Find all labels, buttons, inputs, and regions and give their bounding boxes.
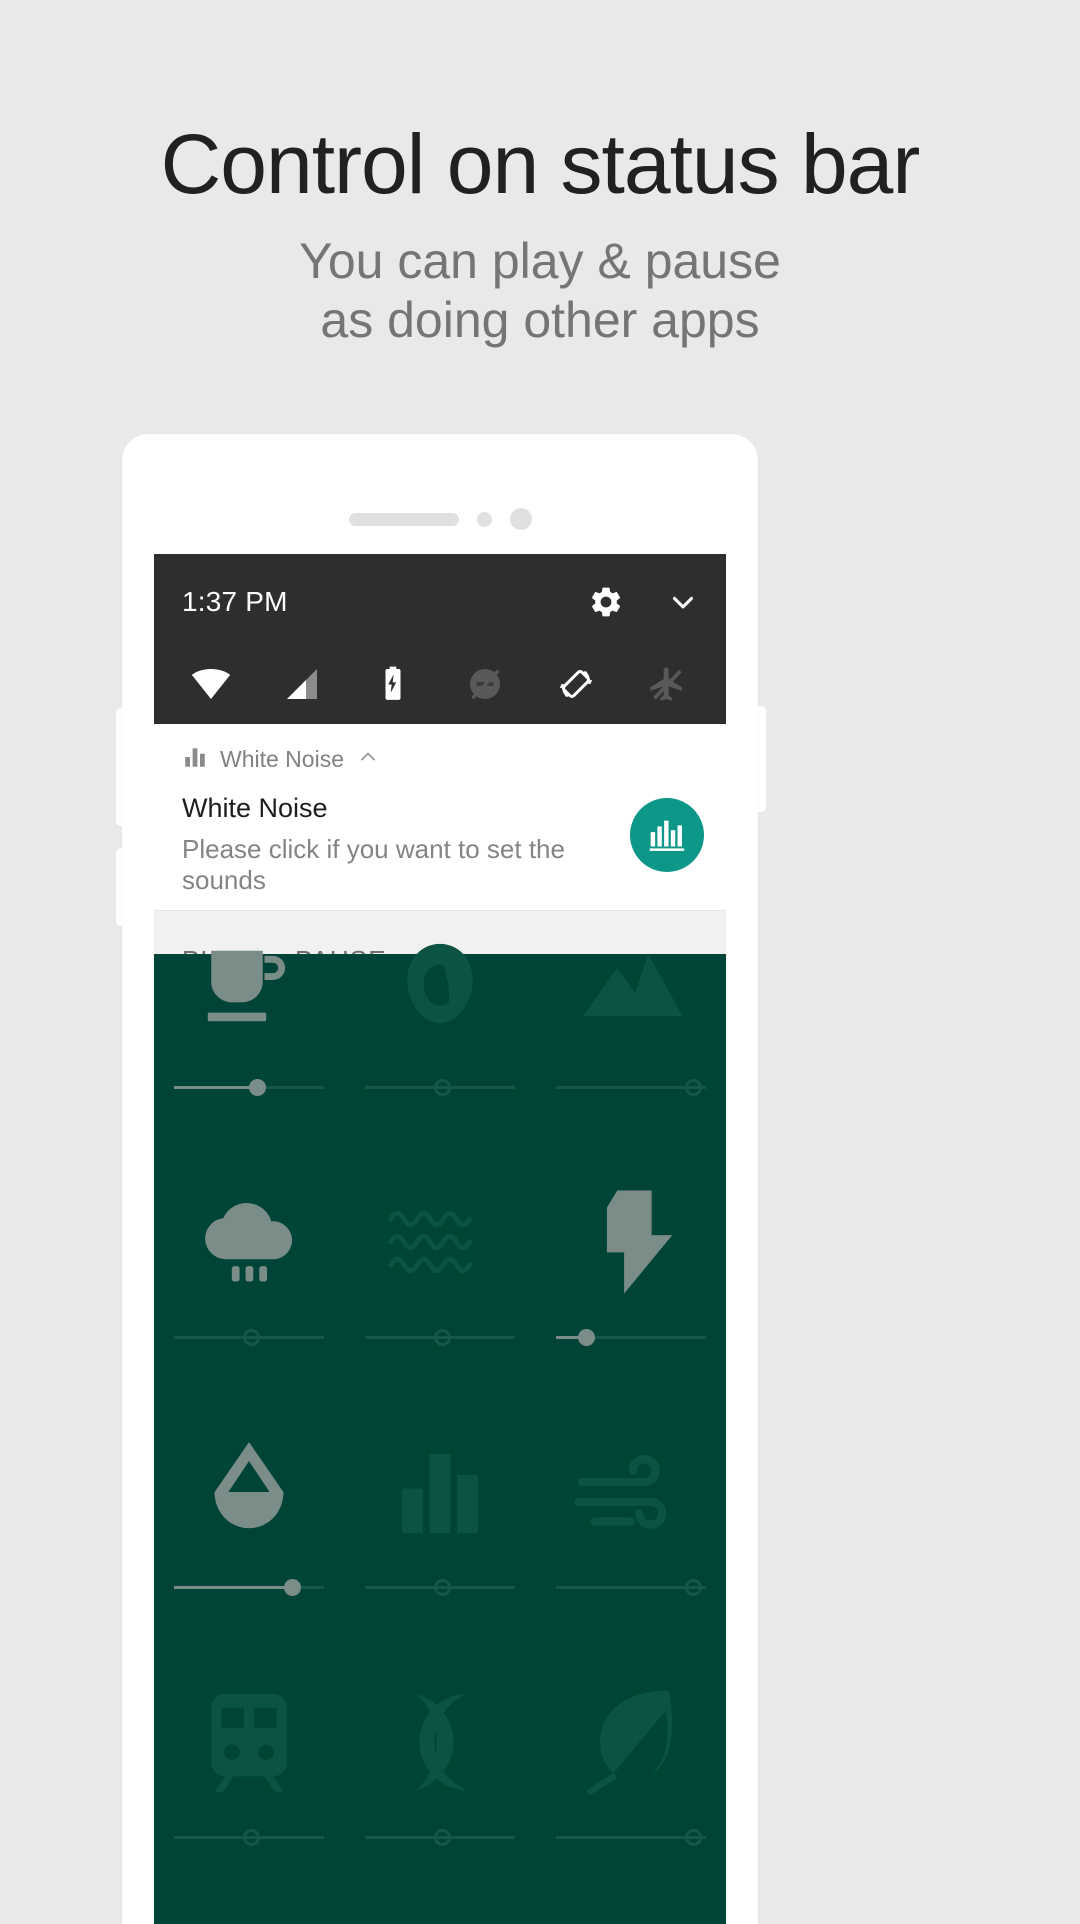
slider-knob[interactable] — [433, 1329, 451, 1346]
leaf-icon — [576, 1666, 686, 1818]
volume-slider-night[interactable] — [364, 1824, 515, 1850]
volume-slider-leaf-drop[interactable] — [364, 1074, 515, 1100]
notification-title: White Noise — [182, 793, 328, 823]
status-bar-clock: 1:37 PM — [182, 586, 288, 617]
speaker-row — [122, 508, 758, 530]
auto-rotate-icon[interactable] — [547, 664, 605, 704]
airplane-mode-off-icon[interactable] — [638, 664, 696, 704]
slider-track-remainder — [256, 1086, 325, 1089]
proximity-sensor-dot-icon — [476, 511, 492, 527]
volume-slider-equalizer[interactable] — [364, 1574, 515, 1600]
promo-header: Control on status bar You can play & pau… — [0, 0, 1080, 350]
waves-icon — [381, 1166, 499, 1318]
status-bar-top-row: 1:37 PM — [154, 554, 726, 650]
sound-tile-coffee-cup[interactable] — [154, 902, 345, 1152]
volume-slider-forest[interactable] — [555, 1824, 706, 1850]
slider-knob[interactable] — [433, 1079, 451, 1096]
phone-earpiece-area — [122, 434, 758, 554]
page-subtitle-line-2: as doing other apps — [320, 292, 760, 349]
slider-track — [555, 1836, 706, 1839]
front-camera-dot-icon — [509, 508, 532, 530]
slider-knob[interactable] — [684, 1579, 702, 1596]
sound-tile-equalizer[interactable] — [345, 1402, 536, 1652]
speaker-grille-icon — [348, 512, 459, 526]
wind-icon — [572, 1416, 690, 1568]
slider-knob[interactable] — [578, 1329, 596, 1346]
phone-screen: 1:37 PM White Noise White Noise Please c… — [154, 554, 726, 1924]
sound-grid — [154, 943, 726, 1924]
quick-settings-panel: 1:37 PM — [154, 554, 726, 724]
sound-tile-water-drop[interactable] — [154, 1402, 345, 1652]
volume-slider-coffee-cup[interactable] — [174, 1074, 325, 1100]
water-drop-icon — [194, 1416, 304, 1568]
slider-knob[interactable] — [684, 1079, 702, 1096]
volume-slider-wind[interactable] — [555, 1574, 706, 1600]
gear-icon[interactable] — [588, 584, 624, 620]
white-noise-app-icon — [630, 798, 704, 872]
sound-tile-forest[interactable] — [535, 1652, 726, 1902]
slider-knob[interactable] — [433, 1829, 451, 1846]
lightning-bolt-icon — [576, 1166, 686, 1318]
notification-header[interactable]: White Noise — [154, 724, 726, 788]
bar-chart-icon — [385, 1416, 495, 1568]
slider-track — [174, 1586, 292, 1589]
sound-tile-thunder[interactable] — [535, 1152, 726, 1402]
volume-slider-waves[interactable] — [364, 1324, 515, 1350]
volume-slider-rain-cloud[interactable] — [174, 1324, 325, 1350]
chevron-up-icon[interactable] — [356, 745, 380, 774]
slider-knob[interactable] — [243, 1829, 261, 1846]
do-not-disturb-off-icon[interactable] — [456, 664, 514, 704]
sound-tile-train[interactable] — [154, 1652, 345, 1902]
notification-body[interactable]: White Noise Please click if you want to … — [154, 788, 726, 910]
slider-track — [555, 1586, 706, 1589]
train-icon — [194, 1666, 304, 1818]
coffee-cup-icon — [194, 916, 304, 1068]
slider-knob[interactable] — [684, 1829, 702, 1846]
sound-tile-night[interactable] — [345, 1652, 536, 1902]
mountains-icon — [576, 916, 686, 1068]
slider-knob[interactable] — [249, 1079, 267, 1096]
slider-knob[interactable] — [433, 1579, 451, 1596]
chevron-down-icon[interactable] — [666, 585, 700, 619]
slider-track — [555, 1086, 706, 1089]
cellular-signal-icon[interactable] — [273, 664, 331, 704]
battery-charging-icon[interactable] — [364, 664, 422, 704]
sound-tile-mountains[interactable] — [535, 902, 726, 1152]
page-subtitle: You can play & pause as doing other apps — [0, 208, 1080, 350]
volume-slider-mountains[interactable] — [555, 1074, 706, 1100]
sound-tile-leaf-drop[interactable] — [345, 902, 536, 1152]
volume-slider-thunder[interactable] — [555, 1324, 706, 1350]
leaf-drop-icon — [385, 916, 495, 1068]
sound-tile-wind[interactable] — [535, 1402, 726, 1652]
notification-app-name: White Noise — [220, 745, 344, 772]
crescent-moon-icon — [385, 1666, 495, 1818]
slider-track-remainder — [585, 1336, 706, 1339]
volume-slider-train[interactable] — [174, 1824, 325, 1850]
sound-tile-rain-cloud[interactable] — [154, 1152, 345, 1402]
quick-settings-icon-row — [154, 650, 726, 718]
slider-knob[interactable] — [283, 1579, 301, 1596]
rain-cloud-icon — [194, 1166, 304, 1318]
equalizer-bars-icon — [182, 744, 208, 775]
notification-description: Please click if you want to set the soun… — [182, 833, 565, 895]
slider-knob[interactable] — [243, 1329, 261, 1346]
wifi-icon[interactable] — [182, 664, 240, 704]
slider-track — [174, 1086, 257, 1089]
page-subtitle-line-1: You can play & pause — [299, 233, 781, 290]
page-title: Control on status bar — [160, 117, 921, 211]
phone-mockup: 1:37 PM White Noise White Noise Please c… — [122, 434, 758, 1924]
sound-tile-waves[interactable] — [345, 1152, 536, 1402]
volume-slider-water-drop[interactable] — [174, 1574, 325, 1600]
